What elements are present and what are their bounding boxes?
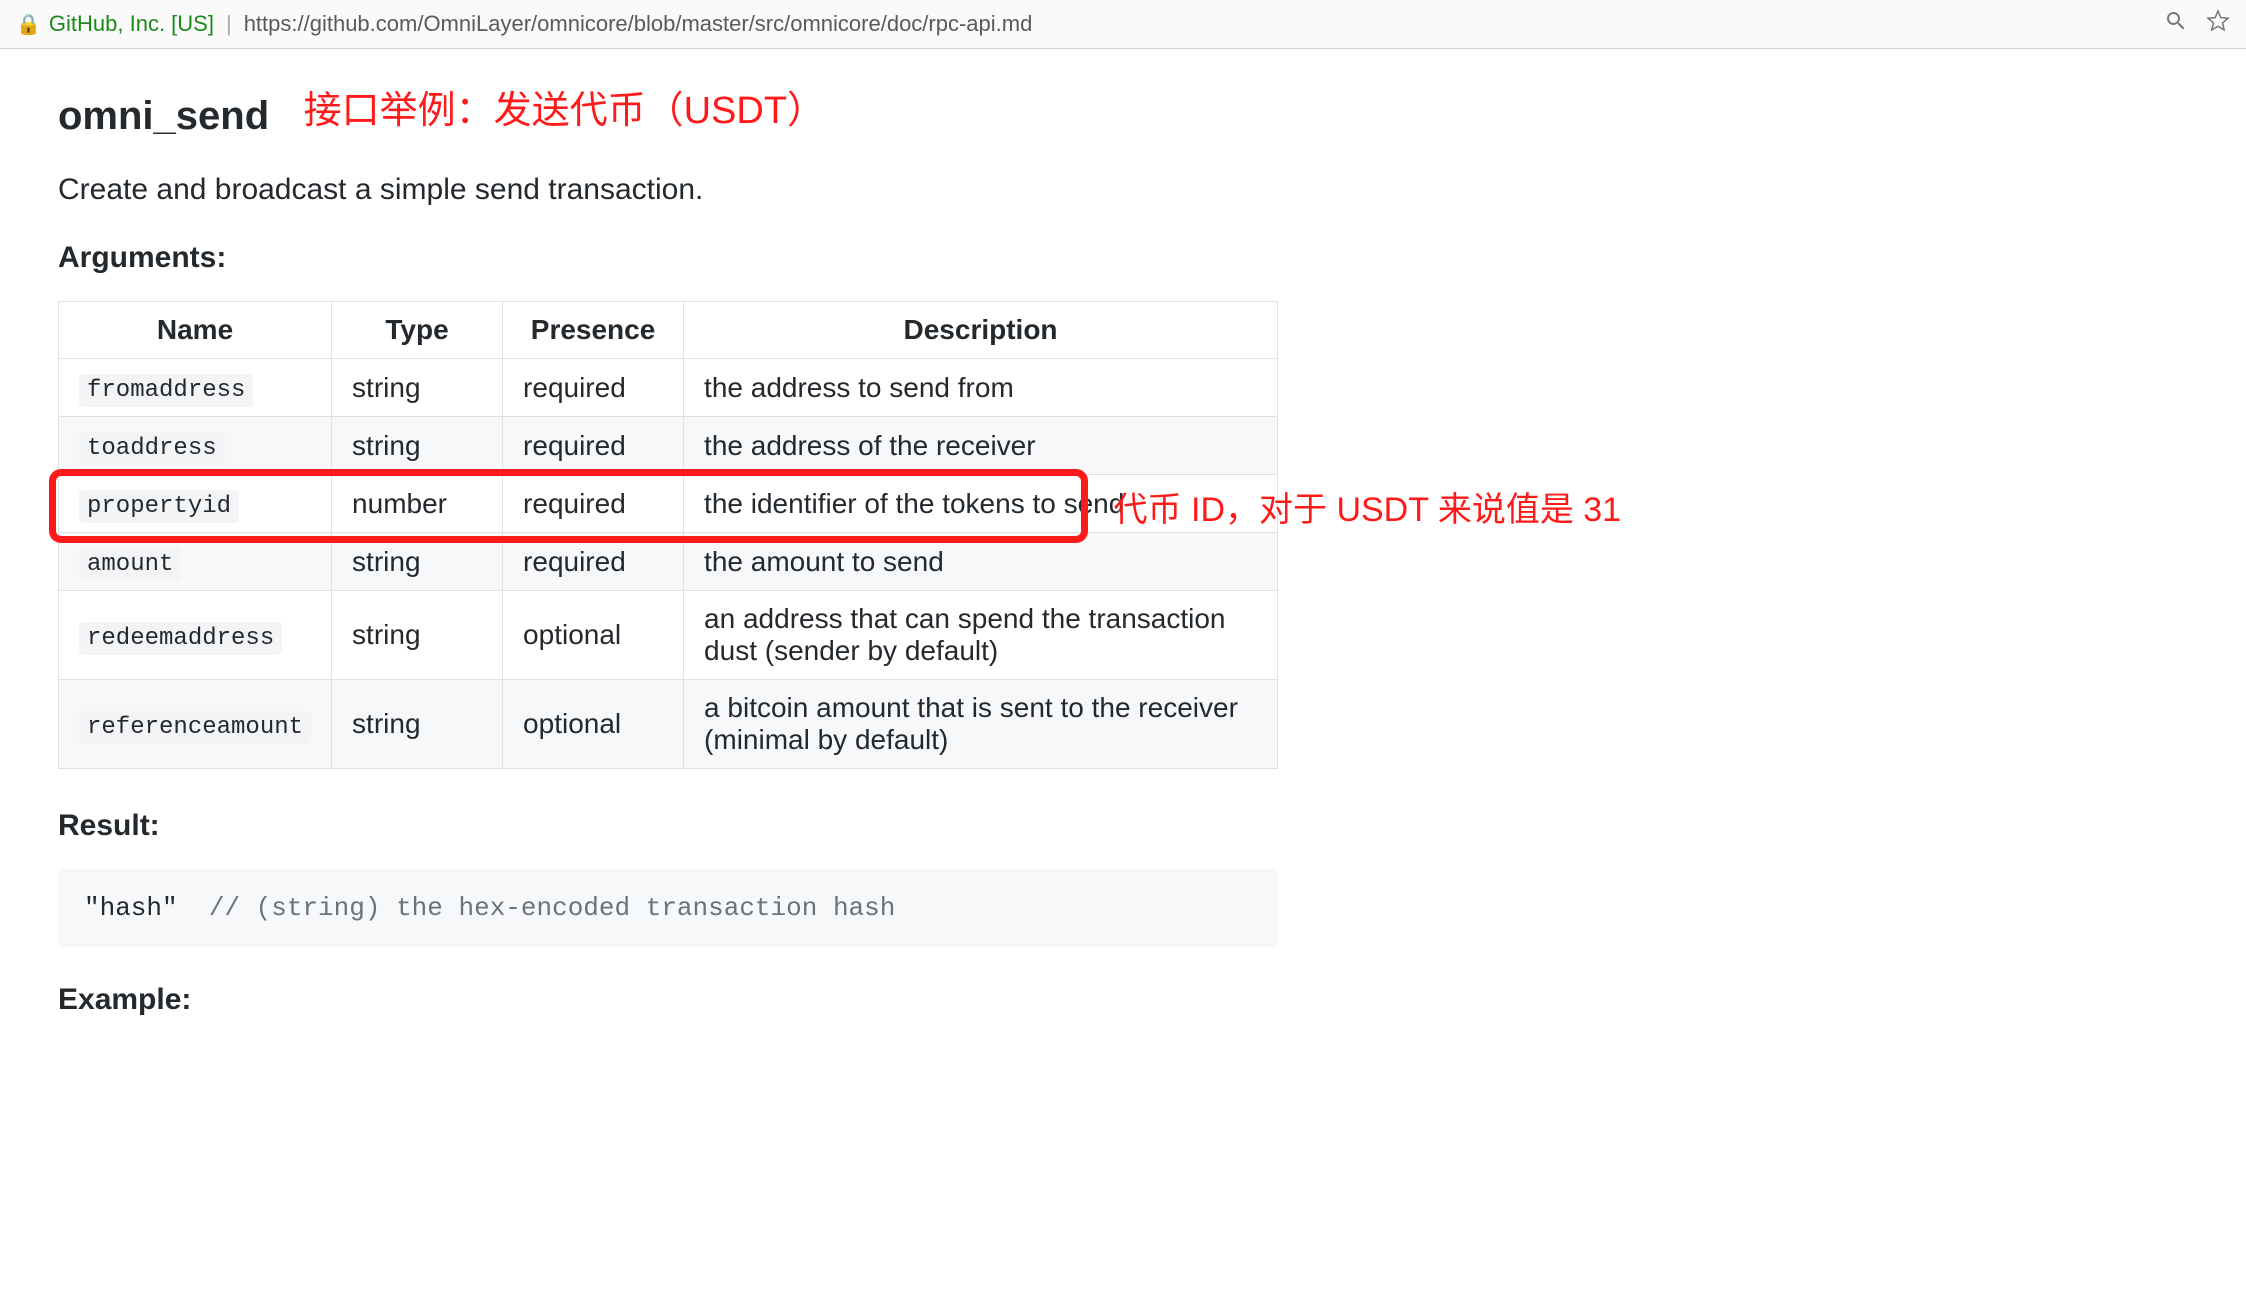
- arg-presence: optional: [503, 680, 684, 769]
- api-description: Create and broadcast a simple send trans…: [58, 173, 1958, 207]
- arg-description: a bitcoin amount that is sent to the rec…: [684, 680, 1278, 769]
- arg-name-cell: referenceamount: [59, 680, 332, 769]
- arguments-heading: Arguments:: [58, 241, 1958, 275]
- page-url[interactable]: https://github.com/OmniLayer/omnicore/bl…: [244, 11, 2156, 37]
- arguments-table: Name Type Presence Description fromaddre…: [58, 301, 1278, 769]
- arg-name: propertyid: [79, 490, 239, 523]
- table-row: redeemaddress stringoptionalan address th…: [59, 591, 1278, 680]
- url-separator: |: [226, 11, 232, 37]
- arg-name: amount: [79, 548, 181, 581]
- col-name: Name: [59, 302, 332, 359]
- table-row: fromaddress stringrequiredthe address to …: [59, 359, 1278, 417]
- arg-type: string: [332, 417, 503, 475]
- result-comment: // (string) the hex-encoded transaction …: [209, 893, 896, 923]
- arg-description: an address that can spend the transactio…: [684, 591, 1278, 680]
- arg-presence: required: [503, 359, 684, 417]
- arg-name: referenceamount: [79, 711, 311, 744]
- table-header-row: Name Type Presence Description: [59, 302, 1278, 359]
- arg-presence: optional: [503, 591, 684, 680]
- arg-presence: required: [503, 475, 684, 533]
- site-identity: GitHub, Inc. [US]: [49, 11, 214, 37]
- row-annotation: 代币 ID，对于 USDT 来说值是 31: [1114, 482, 1622, 531]
- arg-presence: required: [503, 533, 684, 591]
- zoom-icon[interactable]: [2164, 9, 2188, 40]
- arg-description: the address of the receiver: [684, 417, 1278, 475]
- arg-type: string: [332, 533, 503, 591]
- col-description: Description: [684, 302, 1278, 359]
- arg-name-cell: toaddress: [59, 417, 332, 475]
- col-type: Type: [332, 302, 503, 359]
- arg-name-cell: redeemaddress: [59, 591, 332, 680]
- arg-type: string: [332, 359, 503, 417]
- example-heading: Example:: [58, 983, 1958, 1017]
- arg-description: the address to send from: [684, 359, 1278, 417]
- arg-type: number: [332, 475, 503, 533]
- arg-name-cell: propertyid: [59, 475, 332, 533]
- api-heading: omni_send: [58, 94, 269, 145]
- arg-description: the amount to send: [684, 533, 1278, 591]
- arg-type: string: [332, 591, 503, 680]
- heading-annotation: 接口举例：发送代币（USDT）: [304, 79, 825, 134]
- arg-name-cell: amount: [59, 533, 332, 591]
- arg-name: redeemaddress: [79, 622, 282, 655]
- table-row: propertyidnumberrequiredthe identifier o…: [59, 475, 1278, 533]
- result-value: "hash": [84, 893, 178, 923]
- result-code-block: "hash" // (string) the hex-encoded trans…: [58, 869, 1278, 947]
- lock-icon: 🔒: [16, 12, 41, 37]
- result-heading: Result:: [58, 809, 1958, 843]
- table-row: amount stringrequiredthe amount to send: [59, 533, 1278, 591]
- table-row: toaddress stringrequiredthe address of th…: [59, 417, 1278, 475]
- arg-type: string: [332, 680, 503, 769]
- arg-presence: required: [503, 417, 684, 475]
- arg-name: toaddress: [79, 432, 225, 465]
- table-row: referenceamount stringoptionala bitcoin a…: [59, 680, 1278, 769]
- browser-address-bar: 🔒 GitHub, Inc. [US] | https://github.com…: [0, 0, 2246, 49]
- col-presence: Presence: [503, 302, 684, 359]
- arg-name: fromaddress: [79, 374, 253, 407]
- star-icon[interactable]: [2206, 9, 2230, 40]
- arg-name-cell: fromaddress: [59, 359, 332, 417]
